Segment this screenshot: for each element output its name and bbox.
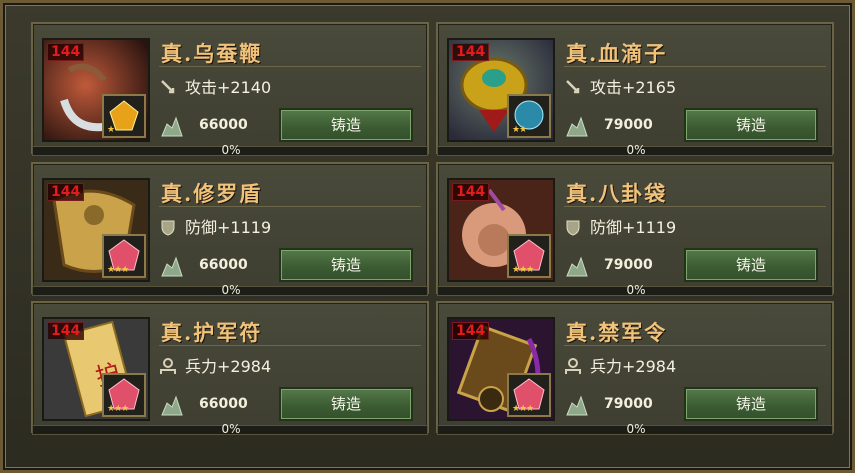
item-icon-blood-drop[interactable]: 144 ★★: [447, 38, 555, 142]
forge-button[interactable]: 铸造: [279, 248, 413, 282]
forge-button[interactable]: 铸造: [279, 108, 413, 142]
equipment-card: 144 ★★ 真.血滴子 攻击+2165 79000 铸造 0%: [436, 22, 834, 157]
item-icon-shield[interactable]: 144 ★★★: [42, 178, 150, 282]
cost-value: 79000: [604, 396, 653, 412]
progress-label: 0%: [626, 143, 646, 157]
gem-slot[interactable]: ★★★: [507, 234, 551, 278]
stat-value: 兵力+2984: [185, 357, 272, 376]
divider: [564, 66, 826, 67]
progress-label: 0%: [626, 283, 646, 297]
item-level: 144: [452, 43, 490, 61]
equipment-card: 144 ★ 真.乌蚕鞭 攻击+2140 66000 铸造 0%: [31, 22, 429, 157]
star-rating: ★★★: [512, 404, 534, 414]
shield-icon: [161, 220, 175, 236]
stat-line: 攻击+2140: [159, 74, 271, 98]
progress-label: 0%: [221, 143, 241, 157]
item-title: 真.禁军令: [566, 320, 668, 345]
stat-value: 攻击+2140: [185, 78, 272, 97]
item-icon-token[interactable]: 144 ★★★: [447, 317, 555, 421]
item-title: 真.护军符: [161, 320, 263, 345]
equipment-card: 144 ★★★ 真.禁军令 兵力+2984 79000 铸造 0%: [436, 301, 834, 436]
progress-label: 0%: [221, 422, 241, 436]
item-title: 真.乌蚕鞭: [161, 41, 263, 66]
stat-line: 兵力+2984: [159, 353, 271, 377]
forge-button[interactable]: 铸造: [684, 108, 818, 142]
divider: [564, 345, 826, 346]
star-rating: ★: [107, 125, 115, 135]
cost-value: 79000: [604, 117, 653, 133]
stat-value: 防御+1119: [590, 218, 677, 237]
silver-ore-icon: [566, 116, 588, 137]
stat-value: 攻击+2165: [590, 78, 677, 97]
gem-slot[interactable]: ★★★: [507, 373, 551, 417]
forge-button[interactable]: 铸造: [279, 387, 413, 421]
progress-label: 0%: [221, 283, 241, 297]
forge-button[interactable]: 铸造: [684, 248, 818, 282]
stat-line: 攻击+2165: [564, 74, 676, 98]
stat-value: 兵力+2984: [590, 357, 677, 376]
progress-label: 0%: [626, 422, 646, 436]
stat-value: 防御+1119: [185, 218, 272, 237]
cost-value: 66000: [199, 257, 248, 273]
divider: [159, 345, 421, 346]
soldier-icon: [160, 358, 176, 374]
divider: [159, 206, 421, 207]
star-rating: ★★★: [107, 265, 129, 275]
item-title: 真.修罗盾: [161, 181, 263, 206]
divider: [564, 206, 826, 207]
item-level: 144: [452, 183, 490, 201]
item-level: 144: [452, 322, 490, 340]
forge-button[interactable]: 铸造: [684, 387, 818, 421]
star-rating: ★★★: [512, 265, 534, 275]
silver-ore-icon: [566, 256, 588, 277]
stat-line: 防御+1119: [564, 214, 676, 238]
soldier-icon: [565, 358, 581, 374]
divider: [159, 66, 421, 67]
shield-icon: [566, 220, 580, 236]
stat-line: 兵力+2984: [564, 353, 676, 377]
item-icon-talisman[interactable]: 护 144 ★★★: [42, 317, 150, 421]
stat-line: 防御+1119: [159, 214, 271, 238]
equipment-card: 护 144 ★★★ 真.护军符 兵力+2984 66000 铸造 0%: [31, 301, 429, 436]
cost-value: 66000: [199, 117, 248, 133]
item-icon-whip[interactable]: 144 ★: [42, 38, 150, 142]
silver-ore-icon: [566, 395, 588, 416]
gem-slot[interactable]: ★★★: [102, 373, 146, 417]
item-icon-bagua-bag[interactable]: 144 ★★★: [447, 178, 555, 282]
forge-window: 144 ★ 真.乌蚕鞭 攻击+2140 66000 铸造 0% 144 ★★ 真…: [0, 0, 855, 473]
equipment-card: 144 ★★★ 真.修罗盾 防御+1119 66000 铸造 0%: [31, 162, 429, 297]
silver-ore-icon: [161, 116, 183, 137]
cost-value: 66000: [199, 396, 248, 412]
gem-slot[interactable]: ★★★: [102, 234, 146, 278]
equipment-card: 144 ★★★ 真.八卦袋 防御+1119 79000 铸造 0%: [436, 162, 834, 297]
gem-slot[interactable]: ★★: [507, 94, 551, 138]
attack-icon: [161, 80, 175, 94]
star-rating: ★★★: [107, 404, 129, 414]
item-level: 144: [47, 183, 85, 201]
item-level: 144: [47, 43, 85, 61]
attack-icon: [566, 80, 580, 94]
item-title: 真.八卦袋: [566, 181, 668, 206]
star-rating: ★★: [512, 125, 527, 135]
silver-ore-icon: [161, 395, 183, 416]
item-level: 144: [47, 322, 85, 340]
gem-slot[interactable]: ★: [102, 94, 146, 138]
item-title: 真.血滴子: [566, 41, 668, 66]
silver-ore-icon: [161, 256, 183, 277]
cost-value: 79000: [604, 257, 653, 273]
